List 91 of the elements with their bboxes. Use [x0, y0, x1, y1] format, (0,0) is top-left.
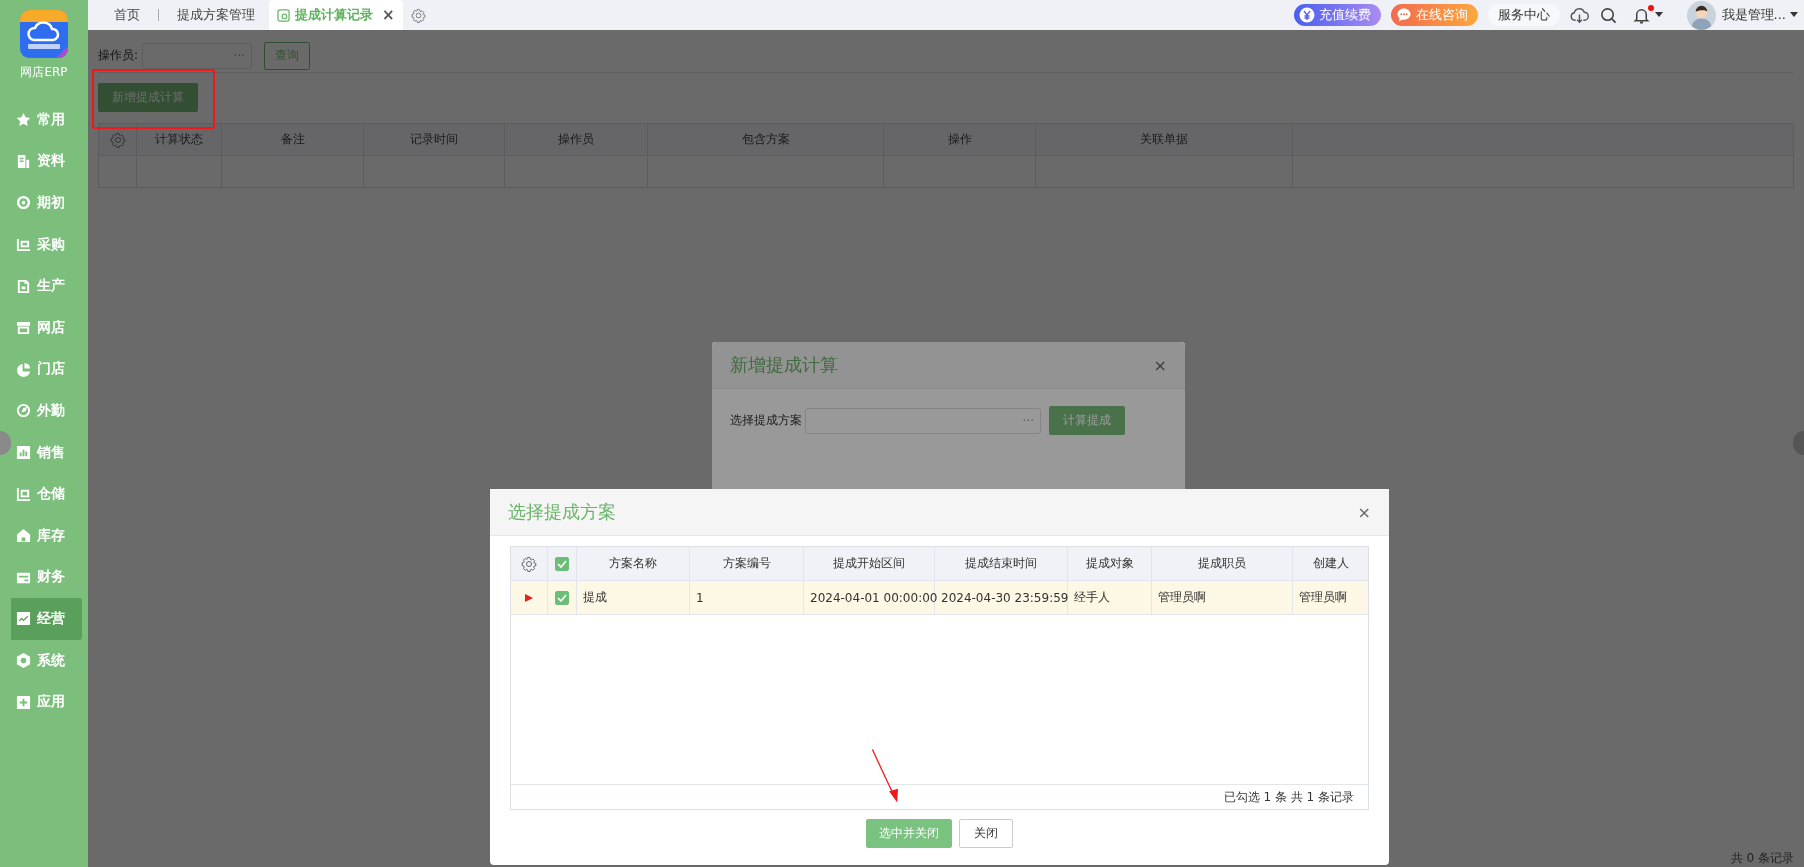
sidebar-item[interactable]: 资料	[11, 140, 82, 183]
operator-label: 操作员:	[98, 47, 139, 64]
tab[interactable]: 提成计算记录 ×	[269, 0, 403, 30]
close-button[interactable]: ×	[382, 6, 395, 24]
sidebar-item[interactable]: 库存	[11, 514, 82, 557]
avatar-icon[interactable]	[1686, 0, 1716, 30]
recharge-button[interactable]: 充值续费	[1293, 4, 1381, 26]
table-cell: 管理员啊	[1299, 589, 1347, 606]
checkbox[interactable]	[555, 556, 569, 571]
table-cell: 提成	[583, 589, 607, 606]
app-logo-icon	[20, 10, 68, 58]
service-center-button[interactable]: 服务中心	[1487, 4, 1560, 26]
table-cell: 管理员啊	[1158, 589, 1206, 606]
search-icon[interactable]	[1598, 5, 1618, 25]
settings-icon[interactable]	[410, 7, 426, 23]
settings-icon[interactable]	[109, 131, 126, 148]
sidebar-item[interactable]: 外勤	[11, 390, 82, 432]
close-button[interactable]: ×	[1357, 502, 1371, 522]
factory-icon	[16, 278, 31, 294]
sidebar-item[interactable]: 常用	[11, 99, 82, 141]
current-row-icon	[525, 593, 533, 602]
sidebar-item[interactable]: 采购	[11, 223, 82, 266]
pie-chart-icon	[16, 361, 31, 377]
close-button[interactable]: ×	[1153, 355, 1167, 375]
table-cell: 2024-04-30 23:59:59	[941, 590, 1069, 605]
sidebar-item[interactable]: 仓储	[11, 473, 82, 515]
column-header: 操作	[884, 124, 1036, 155]
column-header: 提成对象	[1068, 547, 1152, 580]
collapse-handle[interactable]	[0, 431, 11, 455]
document-icon	[277, 8, 290, 22]
sidebar-item[interactable]: 门店	[11, 348, 82, 391]
scheme-field[interactable]: ···	[805, 407, 1041, 434]
table-cell: 1	[696, 590, 704, 605]
sidebar-item[interactable]: 网店	[11, 306, 82, 349]
bar-chart-icon	[16, 445, 31, 461]
column-header: 记录时间	[364, 124, 505, 155]
caret-icon[interactable]	[1654, 12, 1663, 18]
plus-icon	[16, 694, 31, 710]
tab[interactable]: 首页	[100, 0, 154, 30]
target-icon	[16, 195, 31, 211]
caret-icon[interactable]	[1790, 12, 1798, 18]
sidebar-item[interactable]: 销售	[11, 431, 82, 474]
sidebar-item[interactable]: 生产	[11, 265, 82, 307]
close-button[interactable]: 关闭	[959, 819, 1013, 848]
sidebar-item[interactable]: 经营	[11, 598, 82, 640]
user-name[interactable]: 我是管理...	[1721, 6, 1786, 24]
selection-summary: 已勾选 1 条 共 1 条记录	[1223, 788, 1354, 806]
table-cell: 经手人	[1074, 589, 1110, 606]
column-header: 备注	[222, 124, 364, 155]
checkbox[interactable]	[555, 590, 569, 605]
house-icon	[16, 528, 31, 544]
sidebar-item[interactable]: 应用	[11, 681, 82, 723]
scheme-label: 选择提成方案	[730, 412, 802, 429]
table-cell: 2024-04-01 00:00:00	[810, 590, 938, 605]
sidebar-item[interactable]: 系统	[11, 639, 82, 682]
store-icon	[16, 320, 31, 336]
tab-label: 首页	[114, 6, 140, 24]
dialog-title: 新增提成计算	[730, 353, 838, 377]
trend-chart-icon	[16, 611, 31, 627]
cloud-download-icon[interactable]	[1569, 5, 1589, 25]
star-icon	[16, 112, 31, 128]
settings-icon[interactable]	[521, 555, 537, 572]
calculate-button[interactable]: 计算提成	[1049, 406, 1125, 435]
column-header: 创建人	[1312, 555, 1350, 572]
tab-label: 提成计算记录	[295, 6, 373, 24]
operator-field[interactable]: ···	[142, 42, 253, 69]
column-header: 提成结束时间	[935, 547, 1068, 580]
column-header: 关联单据	[1036, 124, 1293, 155]
tab-label: 提成方案管理	[177, 6, 255, 24]
sidebar-item[interactable]: 期初	[11, 182, 82, 224]
select-and-close-button[interactable]: 选中并关闭	[866, 819, 952, 848]
column-header: 操作员	[505, 124, 648, 155]
column-header: 方案名称	[577, 547, 690, 580]
column-header: 包含方案	[648, 124, 884, 155]
compass-icon	[16, 403, 31, 419]
sidebar-item[interactable]: 财务	[11, 556, 82, 599]
table-row[interactable]: 提成 1 2024-04-01 00:00:00 2024-04-30 23:59:59 经手人 管理员啊 管理员啊	[511, 581, 1368, 615]
document-icon	[16, 153, 31, 169]
column-header: 计算状态	[137, 124, 222, 155]
record-count: 共 0 条记录	[1730, 851, 1794, 865]
column-header: 提成职员	[1152, 547, 1293, 580]
column-header: 提成开始区间	[804, 547, 935, 580]
chart-board-icon	[16, 237, 31, 253]
brand-name: 网店ERP	[20, 64, 68, 81]
column-header: 方案编号	[690, 547, 804, 580]
dialog-title: 选择提成方案	[508, 500, 616, 524]
chat-icon	[1395, 7, 1412, 23]
tab[interactable]: 提成方案管理	[163, 0, 269, 30]
warehouse-icon	[16, 486, 31, 502]
hexagon-icon	[16, 653, 31, 668]
consult-button[interactable]: 在线咨询	[1390, 4, 1478, 26]
